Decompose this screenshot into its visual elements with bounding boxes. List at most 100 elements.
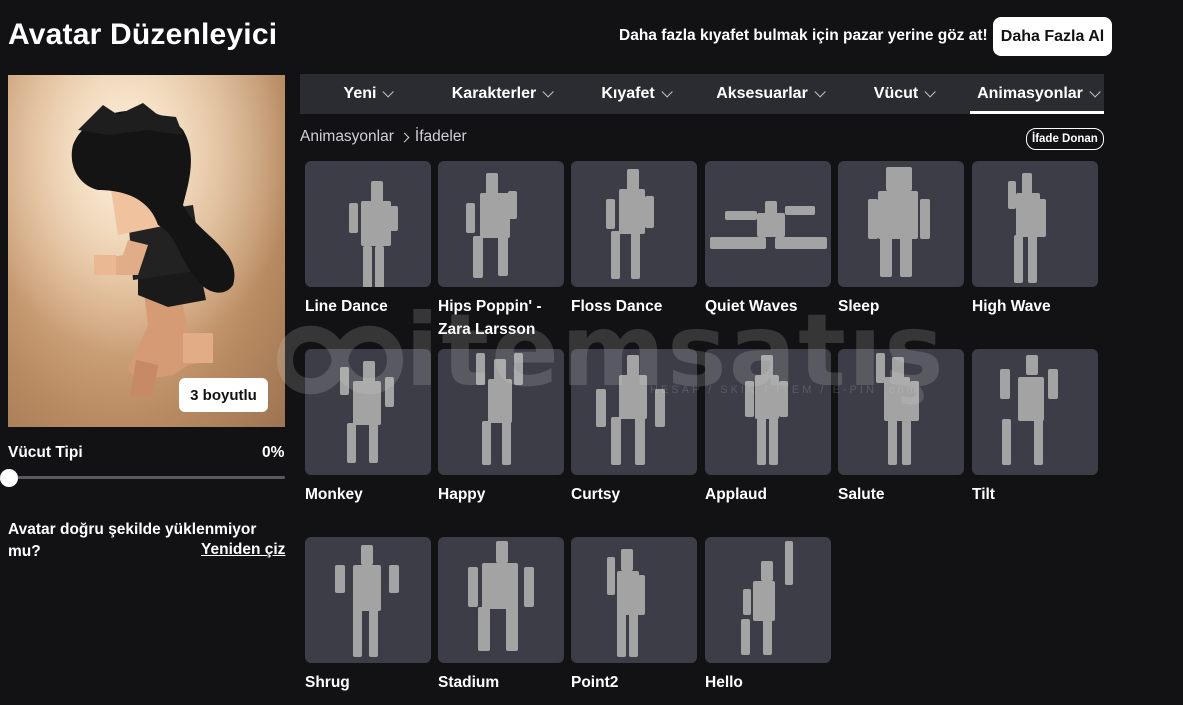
emote-name: Applaud [705, 486, 767, 503]
emote-card[interactable]: High Wave [972, 161, 1098, 318]
emote-thumbnail[interactable] [838, 161, 964, 287]
emote-thumbnail[interactable] [705, 161, 831, 287]
chevron-down-icon [924, 86, 936, 98]
tab-label: Animasyonlar [977, 85, 1083, 102]
emote-figure-icon [468, 541, 534, 651]
emote-figure-icon [335, 545, 399, 657]
chevron-down-icon [382, 86, 395, 98]
emote-name: Monkey [305, 486, 363, 503]
breadcrumb-current: İfadeler [414, 128, 467, 145]
emote-thumbnail[interactable] [438, 349, 564, 475]
chevron-down-icon [661, 86, 673, 98]
emote-card[interactable]: Line Dance [305, 161, 431, 318]
emote-figure-icon [349, 181, 398, 287]
emote-figure-icon [606, 169, 654, 279]
tab-karakterler[interactable]: Karakterler [434, 74, 568, 114]
emote-thumbnail[interactable] [438, 537, 564, 663]
emote-figure-icon [876, 353, 919, 465]
emote-thumbnail[interactable] [571, 349, 697, 475]
emote-name: Floss Dance [571, 298, 663, 315]
emote-card[interactable]: Hips Poppin' - Zara Larsson [438, 161, 564, 341]
emote-card[interactable]: Quiet Waves [705, 161, 831, 318]
emote-figure-icon [1000, 355, 1058, 465]
breadcrumb-parent[interactable]: Animasyonlar [300, 128, 394, 146]
emote-name: Shrug [305, 674, 350, 691]
chevron-right-icon [399, 132, 410, 142]
emote-figure-icon [340, 361, 394, 463]
category-nav: Yeni Karakterler Kıyafet Aksesuarlar Vüc… [300, 74, 1104, 114]
toggle-3d-button[interactable]: 3 boyutlu [179, 378, 268, 412]
tab-label: Yeni [343, 85, 377, 102]
tab-label: Kıyafet [601, 85, 655, 102]
get-more-button[interactable]: Daha Fazla Al [993, 17, 1112, 56]
marketplace-promo-text: Daha fazla kıyafet bulmak için pazar yer… [619, 27, 988, 44]
emote-thumbnail[interactable] [705, 349, 831, 475]
emote-figure-icon [868, 167, 930, 277]
emote-thumbnail[interactable] [305, 349, 431, 475]
tab-label: Vücut [873, 85, 919, 102]
page-title: Avatar Düzenleyici [8, 18, 278, 51]
emote-name: Tilt [972, 486, 995, 503]
emote-card[interactable]: Curtsy [571, 349, 697, 506]
tab-vucut[interactable]: Vücut [836, 74, 970, 114]
avatar-preview[interactable]: 3 boyutlu [8, 75, 285, 427]
emote-name: High Wave [972, 298, 1051, 315]
emote-card[interactable]: Happy [438, 349, 564, 506]
redraw-link[interactable]: Yeniden çiz [201, 541, 285, 559]
emote-thumbnail[interactable] [571, 537, 697, 663]
emote-card[interactable]: Sleep [838, 161, 964, 318]
emote-card[interactable]: Floss Dance [571, 161, 697, 318]
emote-card[interactable]: Stadium [438, 537, 564, 694]
slider-track[interactable] [8, 476, 285, 479]
emote-figure-icon [745, 355, 788, 465]
emote-name: Sleep [838, 298, 880, 315]
tab-label: Karakterler [451, 85, 537, 102]
tab-kiyafet[interactable]: Kıyafet [568, 74, 702, 114]
avatar-figure [8, 75, 285, 427]
emote-thumbnail[interactable] [571, 161, 697, 287]
emote-name: Happy [438, 486, 486, 503]
body-type-slider[interactable] [0, 469, 285, 487]
emote-card[interactable]: Salute [838, 349, 964, 506]
emote-card[interactable]: Monkey [305, 349, 431, 506]
emote-thumbnail[interactable] [438, 161, 564, 287]
breadcrumb: Animasyonlar İfadeler [300, 128, 467, 146]
chevron-down-icon [814, 86, 826, 98]
emote-card[interactable]: Point2 [571, 537, 697, 694]
emote-thumbnail[interactable] [705, 537, 831, 663]
emote-thumbnail[interactable] [305, 161, 431, 287]
emote-card[interactable]: Applaud [705, 349, 831, 506]
emote-figure-icon [1008, 173, 1046, 283]
emote-equip-button[interactable]: İfade Donan [1026, 128, 1104, 150]
emote-thumbnail[interactable] [972, 349, 1098, 475]
emote-figure-icon [596, 355, 665, 465]
tab-label: Aksesuarlar [716, 85, 808, 102]
body-type-label: Vücut Tipi [8, 444, 83, 461]
emote-figure-icon [741, 541, 793, 655]
emote-name: Stadium [438, 674, 500, 691]
emote-name: Hello [705, 674, 743, 691]
tab-yeni[interactable]: Yeni [300, 74, 434, 114]
emote-figure-icon [710, 201, 827, 249]
slider-thumb[interactable] [0, 469, 18, 487]
emote-name: Quiet Waves [705, 298, 798, 315]
emote-name: Salute [838, 486, 885, 503]
emote-thumbnail[interactable] [972, 161, 1098, 287]
emote-name: Line Dance [305, 298, 388, 315]
emote-card[interactable]: Shrug [305, 537, 431, 694]
tab-aksesuarlar[interactable]: Aksesuarlar [702, 74, 836, 114]
chevron-down-icon [1089, 86, 1101, 98]
emote-card[interactable]: Tilt [972, 349, 1098, 506]
body-type-value: 0% [262, 444, 285, 461]
emote-name: Point2 [571, 674, 619, 691]
emote-thumbnail[interactable] [305, 537, 431, 663]
tab-animasyonlar[interactable]: Animasyonlar [970, 74, 1104, 114]
emote-figure-icon [466, 173, 517, 278]
emote-thumbnail[interactable] [838, 349, 964, 475]
chevron-down-icon [542, 86, 555, 98]
emote-card[interactable]: Hello [705, 537, 831, 694]
emote-name: Curtsy [571, 486, 621, 503]
emote-figure-icon [607, 549, 645, 657]
emote-name: Hips Poppin' - Zara Larsson [438, 298, 542, 338]
emote-figure-icon [476, 353, 523, 465]
